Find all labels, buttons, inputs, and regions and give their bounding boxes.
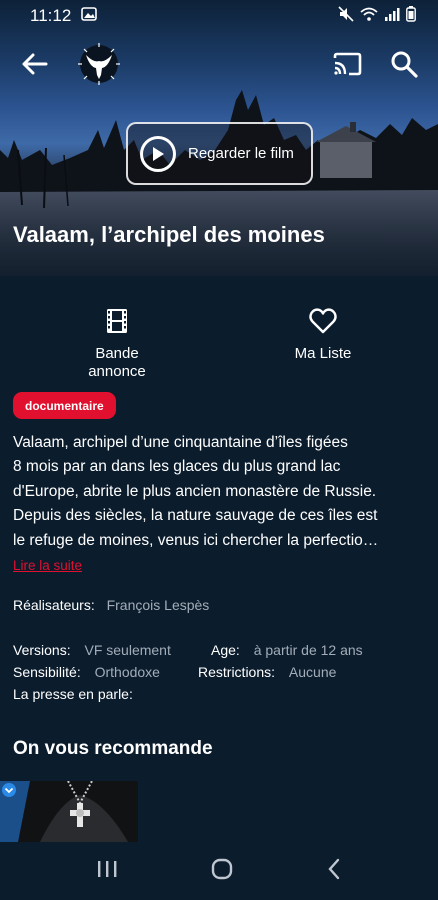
recommendations-title: On vous recommande — [13, 738, 213, 759]
synopsis-line: Valaam, archipel d’une cinquantaine d’îl… — [13, 434, 348, 451]
home-icon[interactable] — [210, 857, 234, 886]
back-icon[interactable] — [326, 858, 342, 885]
back-arrow-icon[interactable] — [20, 52, 48, 81]
versions-label: Versions: — [13, 642, 71, 658]
sensibility-value: Orthodoxe — [94, 664, 160, 680]
press-row: La presse en parle: — [13, 685, 133, 703]
directors-value: François Lespès — [106, 597, 210, 613]
film-actions: Bande annonce Ma Liste — [0, 308, 438, 380]
watch-film-label: Regarder le film — [188, 145, 294, 162]
versions-value: VF seulement — [84, 642, 171, 658]
synopsis-line: le refuge de moines, venus ici chercher … — [13, 531, 379, 549]
watch-film-button[interactable]: Regarder le film — [126, 122, 313, 185]
trailer-label: Bande annonce — [88, 345, 146, 380]
recommendation-thumbnail — [0, 781, 138, 842]
synopsis: Valaam, archipel d’une cinquantaine d’îl… — [13, 431, 425, 553]
dove-logo-icon[interactable] — [76, 41, 122, 92]
age-row: Age: à partir de 12 ans — [211, 641, 363, 659]
age-value: à partir de 12 ans — [253, 642, 363, 658]
top-app-bar — [0, 40, 438, 92]
my-list-button[interactable]: Ma Liste — [288, 308, 358, 363]
status-bar: 11:12 — [0, 0, 438, 32]
synopsis-line: Depuis des siècles, la nature sauvage de… — [13, 507, 378, 525]
sensibility-row: Sensibilité: Orthodoxe — [13, 663, 160, 681]
status-time: 11:12 — [30, 6, 72, 25]
restrictions-label: Restrictions: — [198, 664, 276, 680]
directors-label: Réalisateurs: — [13, 597, 95, 613]
film-title: Valaam, l’archipel des moines — [13, 222, 325, 247]
age-label: Age: — [211, 642, 240, 658]
read-more-link[interactable]: Lire la suite — [13, 558, 82, 573]
recommendation-card[interactable] — [0, 781, 138, 842]
film-strip-icon — [106, 308, 128, 339]
sensibility-label: Sensibilité: — [13, 664, 81, 680]
mute-icon — [338, 5, 354, 27]
genre-badge[interactable]: documentaire — [13, 392, 116, 419]
play-icon — [140, 135, 176, 172]
synopsis-line: 8 mois par an dans les glaces du plus gr… — [13, 458, 341, 476]
signal-icon — [384, 6, 400, 26]
cast-icon[interactable] — [332, 52, 362, 81]
wifi-icon — [360, 6, 378, 26]
system-navigation-bar — [0, 842, 438, 900]
restrictions-row: Restrictions: Aucune — [198, 663, 336, 681]
search-icon[interactable] — [390, 50, 418, 83]
trailer-button[interactable]: Bande annonce — [84, 308, 150, 381]
chevron-down-icon — [2, 783, 16, 802]
image-icon — [81, 6, 98, 26]
press-label: La presse en parle: — [13, 686, 133, 702]
directors-row: Réalisateurs: François Lespès — [13, 596, 209, 614]
heart-icon — [309, 308, 337, 339]
my-list-label: Ma Liste — [294, 345, 352, 362]
battery-icon — [406, 5, 416, 27]
synopsis-line: d'Europe, abrite le plus ancien monastèr… — [13, 482, 377, 500]
versions-row: Versions: VF seulement — [13, 641, 171, 659]
restrictions-value: Aucune — [288, 664, 337, 680]
recent-apps-icon[interactable] — [96, 859, 118, 884]
